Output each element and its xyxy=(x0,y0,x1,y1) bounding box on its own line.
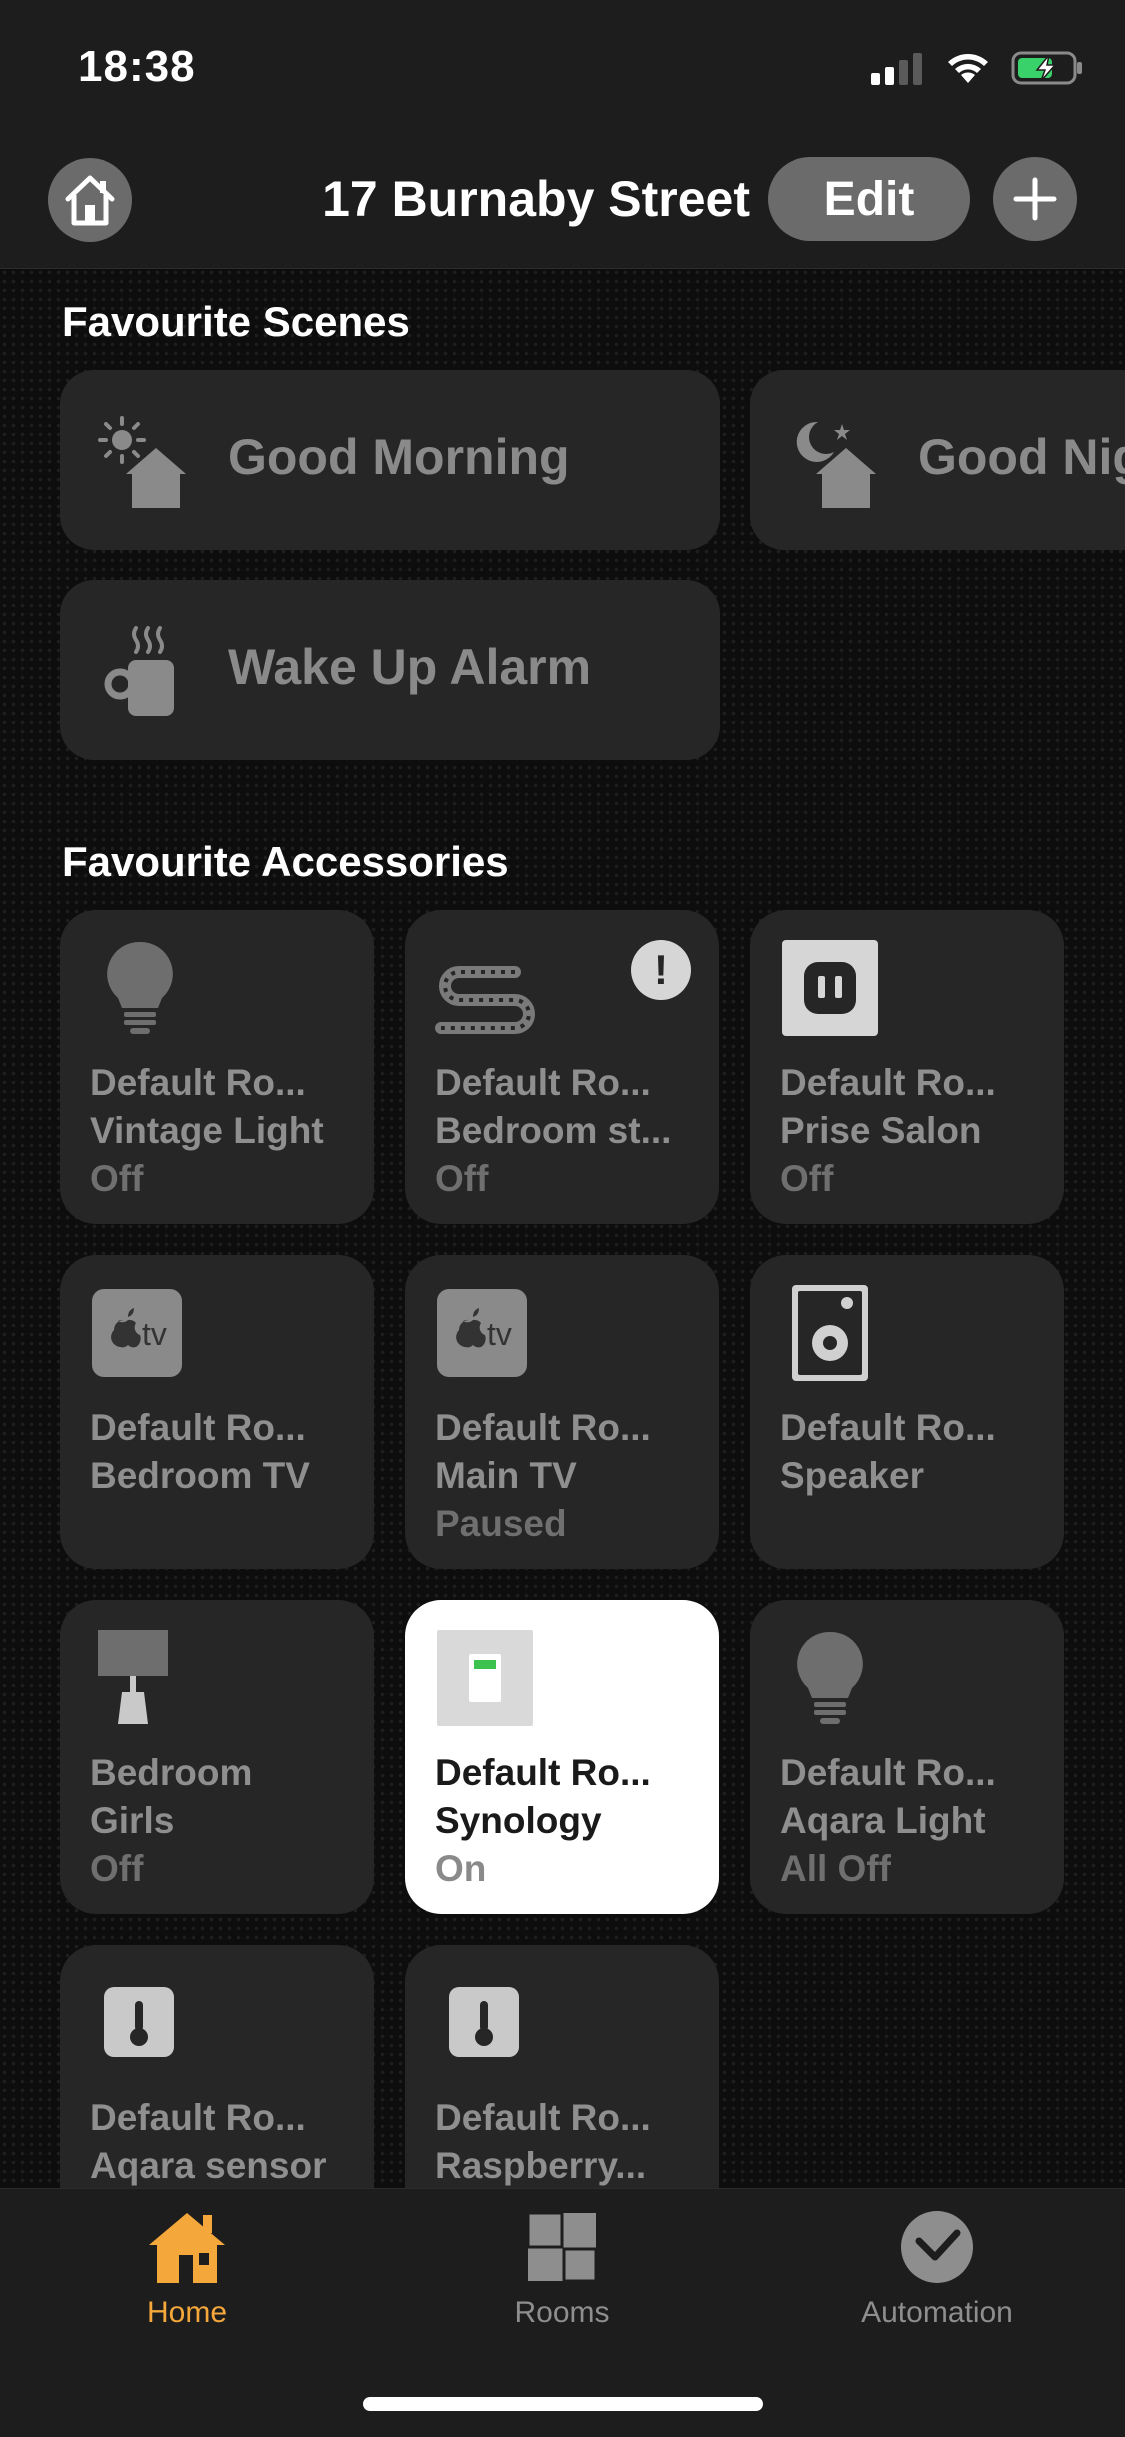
accessory-room: Default Ro... xyxy=(90,1407,306,1448)
battery-charging-icon xyxy=(1011,51,1082,85)
home-indicator xyxy=(363,2397,763,2411)
status-time: 18:38 xyxy=(78,42,196,91)
alert-badge[interactable]: ! xyxy=(631,940,691,1000)
switch-icon xyxy=(437,1630,533,1726)
add-button[interactable] xyxy=(993,157,1077,241)
tv-text: tv xyxy=(142,1316,167,1352)
accessory-tile-speaker[interactable]: Default Ro... Speaker xyxy=(750,1255,1064,1569)
accessory-name: Girls xyxy=(90,1800,175,1841)
home-title[interactable]: 17 Burnaby Street xyxy=(322,170,750,228)
accessory-name: Raspberry... xyxy=(435,2145,647,2186)
accessory-tile-aqara-light[interactable]: Default Ro... Aqara Light All Off xyxy=(750,1600,1064,1914)
scene-label: Good Morning xyxy=(228,429,570,485)
accessory-name: Bedroom st... xyxy=(435,1110,672,1151)
scene-good-night[interactable]: Good Nig xyxy=(750,370,1125,550)
scene-label: Good Nig xyxy=(918,429,1125,485)
tab-label: Home xyxy=(146,2296,228,2329)
moon-house-icon xyxy=(796,421,876,508)
accessory-status: Off xyxy=(90,1848,144,1889)
home-settings-button[interactable] xyxy=(48,158,132,242)
tab-label: Automation xyxy=(861,2296,1013,2329)
scene-wake-up-alarm[interactable]: Wake Up Alarm xyxy=(60,580,720,760)
tab-label: Rooms xyxy=(514,2296,610,2329)
accessory-name: Speaker xyxy=(780,1455,924,1496)
accessory-room: Default Ro... xyxy=(780,1407,996,1448)
accessory-name: Vintage Light xyxy=(90,1110,324,1151)
accessories-section-title: Favourite Accessories xyxy=(62,838,509,885)
sun-house-icon xyxy=(98,416,186,508)
accessory-room: Default Ro... xyxy=(780,1752,996,1793)
thermometer-icon xyxy=(449,1987,519,2057)
status-bar: 18:38 xyxy=(0,0,1125,140)
accessory-room: Default Ro... xyxy=(435,1407,651,1448)
mug-icon xyxy=(104,626,174,716)
accessory-status: Paused xyxy=(435,1503,567,1544)
house-outline-icon xyxy=(65,175,115,226)
accessory-tile-vintage-light[interactable]: Default Ro... Vintage Light Off xyxy=(60,910,374,1224)
accessory-status: Off xyxy=(90,1158,144,1199)
accessory-room: Default Ro... xyxy=(435,1062,651,1103)
accessory-room: Default Ro... xyxy=(435,1752,651,1793)
accessory-name: Bedroom TV xyxy=(90,1455,310,1496)
speaker-icon xyxy=(792,1285,868,1381)
accessory-room: Default Ro... xyxy=(780,1062,996,1103)
tab-rooms[interactable]: Rooms xyxy=(452,2209,672,2330)
accessory-name: Synology xyxy=(435,1800,602,1841)
accessory-name: Prise Salon xyxy=(780,1110,982,1151)
accessory-tile-bedroom-tv[interactable]: tv Default Ro... Bedroom TV xyxy=(60,1255,374,1569)
accessory-room: Bedroom xyxy=(90,1752,253,1793)
accessory-status: All Off xyxy=(780,1848,891,1889)
wifi-icon xyxy=(948,54,988,83)
accessory-room: Default Ro... xyxy=(435,2097,651,2138)
thermometer-icon xyxy=(104,1987,174,2057)
status-icons xyxy=(871,48,1085,88)
accessory-tile-main-tv[interactable]: tv Default Ro... Main TV Paused xyxy=(405,1255,719,1569)
lamp-icon xyxy=(98,1630,168,1724)
tv-text: tv xyxy=(487,1316,512,1352)
accessory-tile-synology[interactable]: Default Ro... Synology On xyxy=(405,1600,719,1914)
lightbulb-icon xyxy=(107,941,173,1034)
plus-icon xyxy=(1013,177,1057,221)
cellular-signal-icon xyxy=(871,53,922,85)
tab-home[interactable]: Home xyxy=(77,2209,297,2330)
accessory-tile-bedroom-strip[interactable]: ! Default Ro... Bedroom st... Off xyxy=(405,910,719,1224)
accessory-tile-bedroom-girls[interactable]: Bedroom Girls Off xyxy=(60,1600,374,1914)
accessory-name: Aqara Light xyxy=(780,1800,986,1841)
accessory-status: On xyxy=(435,1848,487,1889)
lightbulb-icon xyxy=(797,1631,863,1724)
edit-button[interactable]: Edit xyxy=(768,157,970,241)
rooms-icon xyxy=(526,2211,598,2283)
house-icon xyxy=(149,2213,225,2283)
accessory-status: Off xyxy=(435,1158,489,1199)
automation-icon xyxy=(901,2211,973,2283)
appletv-icon: tv xyxy=(92,1289,182,1377)
light-strip-icon xyxy=(435,966,535,1034)
accessory-room: Default Ro... xyxy=(90,1062,306,1103)
scene-good-morning[interactable]: Good Morning xyxy=(60,370,720,550)
outlet-icon xyxy=(782,940,878,1036)
accessory-name: Aqara sensor xyxy=(90,2145,327,2186)
accessory-status: Off xyxy=(780,1158,834,1199)
accessory-name: Main TV xyxy=(435,1455,577,1496)
scene-label: Wake Up Alarm xyxy=(228,639,592,695)
accessory-room: Default Ro... xyxy=(90,2097,306,2138)
appletv-icon: tv xyxy=(437,1289,527,1377)
tab-automation[interactable]: Automation xyxy=(827,2209,1047,2330)
accessory-tile-prise-salon[interactable]: Default Ro... Prise Salon Off xyxy=(750,910,1064,1224)
scenes-section-title: Favourite Scenes xyxy=(62,298,410,345)
